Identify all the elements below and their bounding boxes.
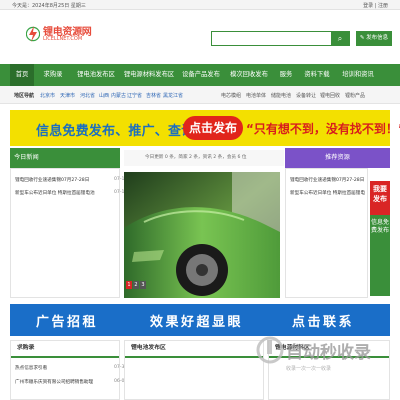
region-link[interactable]: 黑龙江省 <box>163 92 183 99</box>
register-link[interactable]: 注册 <box>378 3 388 9</box>
recommend-header: 推荐资源 <box>285 148 390 168</box>
nav-download[interactable]: 资料下载 <box>302 64 332 86</box>
list-item[interactable]: 广州市顺乐庆资有限公司招聘销售助理 06-02 <box>15 379 127 385</box>
recommend-text: 锂电回收行业速递集锦07月27-28日 <box>290 178 365 183</box>
account-links: 登录 | 注册 <box>363 3 388 9</box>
login-link[interactable]: 登录 <box>363 3 373 9</box>
list-item[interactable]: 新型车公布近日单位 特斯拉首届锂电 <box>290 190 365 196</box>
publish-label: 发布信息 <box>366 35 389 41</box>
top-bar: 今天是：2024年8月25日 星期三 登录 | 注册 <box>0 0 400 10</box>
watermark-text: 自动秒收录 <box>286 342 371 363</box>
side-publish-top: 我要发布 <box>370 181 390 215</box>
category-link[interactable]: 锂粉产品 <box>345 92 365 99</box>
site-logo[interactable]: 锂电资源网 LICELLNET.COM <box>26 22 92 48</box>
banner-quote: “只有想不到，没有找不到！” <box>246 122 400 136</box>
region-link[interactable]: 内蒙古 <box>111 92 126 99</box>
item-text: 热点信息求引看 <box>15 366 48 371</box>
nav-equipment[interactable]: 设备产品发布 <box>180 64 222 86</box>
car-carousel[interactable]: 1 2 3 <box>124 172 280 298</box>
list-item[interactable]: 新型车公布近日单位 特斯拉首届锂电池 07-16 <box>15 190 127 196</box>
region-link[interactable]: 山西 <box>99 92 109 99</box>
nav-training[interactable]: 培训和资讯 <box>338 64 378 86</box>
nav-battery[interactable]: 锂电池发布区 <box>73 64 119 86</box>
category-link[interactable]: 储能电池 <box>271 92 291 99</box>
nav-home[interactable]: 首页 <box>10 64 34 86</box>
carousel-page-1[interactable]: 1 <box>126 281 132 289</box>
region-nav: 地区导航 北京市 天津市 河北省 山西 内蒙古 辽宁省 吉林省 黑龙江省 电芯模… <box>0 86 400 104</box>
item-text: 广州市顺乐庆资有限公司招聘销售助理 <box>15 380 94 385</box>
watermark-logo-icon: 自动秒收录 收录一次一次一收录 <box>256 336 371 372</box>
list-item[interactable]: 热点信息求引看 07-31 <box>15 365 127 371</box>
recommend-text: 新型车公布近日单位 特斯拉首届锂电 <box>290 191 365 196</box>
region-link[interactable]: 天津市 <box>60 92 75 99</box>
category-link[interactable]: 电池单体 <box>246 92 266 99</box>
watermark-sub: 收录一次一次一收录 <box>286 365 331 372</box>
region-link[interactable]: 吉林省 <box>146 92 161 99</box>
free-publish-banner[interactable]: 信息免费发布、推广、查询 点击发布 “只有想不到，没有找不到！” <box>10 110 400 146</box>
category-link[interactable]: 设备转让 <box>296 92 316 99</box>
watermark: 自动秒收录 收录一次一次一收录 <box>256 332 396 378</box>
news-text: 新型车公布近日单位 特斯拉首届锂电池 <box>15 191 95 196</box>
news-list: 锂电回收行业速递集锦07月27-28日 07-16 新型车公布近日单位 特斯拉首届… <box>10 168 127 298</box>
section-title: 求购录 <box>11 341 119 358</box>
side-publish-text: 信息免费发布 <box>370 219 389 234</box>
banner-click-publish[interactable]: 点击发布 <box>183 116 243 140</box>
region-link[interactable]: 辽宁省 <box>127 92 142 99</box>
section-battery: 锂电池发布区 <box>124 340 264 400</box>
ad-text-contact: 点击联系 <box>292 315 355 330</box>
main-nav: 首页 求购录 锂电池发布区 锂电源材料发布区 设备产品发布 模次回收发布 服务 … <box>0 64 400 86</box>
ad-text-effect: 效果好超显眼 <box>150 315 244 330</box>
lightning-bolt-icon <box>26 26 40 42</box>
date-label: 今天是：2024年8月25日 星期三 <box>12 3 86 9</box>
search-box <box>211 31 350 46</box>
news-title: 今日新闻 <box>14 154 39 161</box>
stats-bar: 今日更新 0 条，简家 2 条，资讯 2 条，会员 6 位 <box>124 150 284 166</box>
search-icon: ⌕ <box>337 34 343 43</box>
news-text: 锂电回收行业速递集锦07月27-28日 <box>15 178 90 183</box>
category-link[interactable]: 电芯模组 <box>221 92 241 99</box>
publish-button[interactable]: ✎ 发布信息 <box>356 31 392 46</box>
banner-slogan: 信息免费发布、推广、查询 <box>36 124 195 139</box>
section-title: 锂电池发布区 <box>125 341 263 358</box>
side-top-label: 我要发布 <box>373 185 387 203</box>
ad-text-rent: 广告招租 <box>36 315 99 330</box>
date-text: 今天是：2024年8月25日 星期三 <box>12 2 86 9</box>
edit-icon: ✎ <box>359 35 365 41</box>
list-item[interactable]: 锂电回收行业速递集锦07月27-28日 07-16 <box>15 177 127 183</box>
logo-english: LICELLNET.COM <box>43 36 83 42</box>
nav-material[interactable]: 锂电源材料发布区 <box>123 64 175 86</box>
carousel-page-2[interactable]: 2 <box>133 281 139 289</box>
category-link[interactable]: 锂电回收 <box>320 92 340 99</box>
region-link[interactable]: 北京市 <box>40 92 55 99</box>
recommend-title: 推荐资源 <box>325 154 350 161</box>
recommend-list: 锂电回收行业速递集锦07月27-28日 新型车公布近日单位 特斯拉首届锂电 <box>285 168 368 298</box>
region-tag: 地区导航 <box>14 93 35 99</box>
car-image <box>124 172 280 298</box>
carousel-page-3[interactable]: 3 <box>140 281 146 289</box>
side-publish-float[interactable]: 我要发布 信息免费发布 <box>370 181 390 296</box>
section-buy: 求购录 热点信息求引看 07-31 广州市顺乐庆资有限公司招聘销售助理 06-02 <box>10 340 127 400</box>
nav-service[interactable]: 服务 <box>276 64 296 86</box>
search-input[interactable] <box>212 32 349 45</box>
search-button[interactable]: ⌕ <box>331 32 349 45</box>
news-header: 今日新闻 <box>10 148 120 168</box>
stats-text: 今日更新 0 条，简家 2 条，资讯 2 条，会员 6 位 <box>145 155 247 160</box>
nav-buy[interactable]: 求购录 <box>40 64 66 86</box>
list-item[interactable]: 锂电回收行业速递集锦07月27-28日 <box>290 177 364 183</box>
nav-recycle[interactable]: 模次回收发布 <box>228 64 270 86</box>
region-link[interactable]: 河北省 <box>80 92 95 99</box>
